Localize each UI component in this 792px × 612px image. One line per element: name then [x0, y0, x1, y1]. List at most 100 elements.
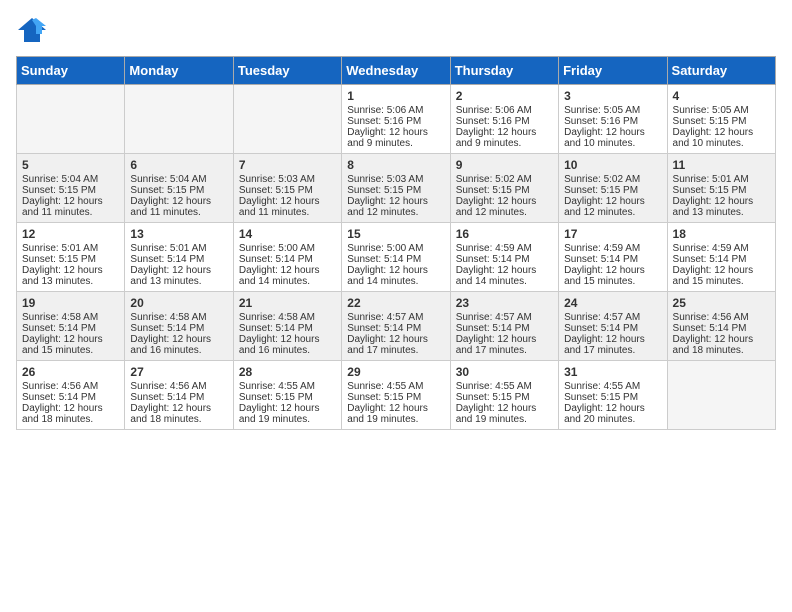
calendar-week-row: 5Sunrise: 5:04 AMSunset: 5:15 PMDaylight…: [17, 154, 776, 223]
day-number: 30: [456, 365, 553, 379]
cell-content-line: Sunset: 5:14 PM: [130, 254, 227, 265]
cell-content-line: Sunset: 5:14 PM: [130, 392, 227, 403]
day-number: 11: [673, 158, 770, 172]
cell-content-line: Sunset: 5:15 PM: [564, 185, 661, 196]
day-number: 3: [564, 89, 661, 103]
cell-content-line: Sunset: 5:14 PM: [347, 323, 444, 334]
cell-content-line: Sunset: 5:15 PM: [347, 185, 444, 196]
day-header-thursday: Thursday: [450, 57, 558, 85]
logo: [16, 16, 52, 44]
cell-content-line: Daylight: 12 hours: [564, 334, 661, 345]
cell-content-line: and 18 minutes.: [130, 414, 227, 425]
cell-content-line: Sunset: 5:15 PM: [456, 185, 553, 196]
calendar-cell: 28Sunrise: 4:55 AMSunset: 5:15 PMDayligh…: [233, 361, 341, 430]
calendar-week-row: 1Sunrise: 5:06 AMSunset: 5:16 PMDaylight…: [17, 85, 776, 154]
day-number: 23: [456, 296, 553, 310]
cell-content-line: and 10 minutes.: [673, 138, 770, 149]
cell-content-line: Sunrise: 5:03 AM: [239, 174, 336, 185]
cell-content-line: Daylight: 12 hours: [347, 265, 444, 276]
logo-icon: [16, 16, 48, 44]
cell-content-line: Daylight: 12 hours: [564, 265, 661, 276]
day-header-sunday: Sunday: [17, 57, 125, 85]
day-header-tuesday: Tuesday: [233, 57, 341, 85]
cell-content-line: Sunset: 5:16 PM: [564, 116, 661, 127]
cell-content-line: and 20 minutes.: [564, 414, 661, 425]
day-number: 4: [673, 89, 770, 103]
day-number: 31: [564, 365, 661, 379]
calendar-cell: 16Sunrise: 4:59 AMSunset: 5:14 PMDayligh…: [450, 223, 558, 292]
cell-content-line: Sunset: 5:14 PM: [673, 254, 770, 265]
cell-content-line: Daylight: 12 hours: [456, 127, 553, 138]
cell-content-line: Sunset: 5:15 PM: [239, 392, 336, 403]
cell-content-line: Daylight: 12 hours: [456, 265, 553, 276]
cell-content-line: Daylight: 12 hours: [130, 265, 227, 276]
calendar-cell: 2Sunrise: 5:06 AMSunset: 5:16 PMDaylight…: [450, 85, 558, 154]
cell-content-line: Sunset: 5:15 PM: [456, 392, 553, 403]
calendar-cell: 9Sunrise: 5:02 AMSunset: 5:15 PMDaylight…: [450, 154, 558, 223]
cell-content-line: Daylight: 12 hours: [564, 127, 661, 138]
day-number: 10: [564, 158, 661, 172]
cell-content-line: Sunrise: 4:59 AM: [564, 243, 661, 254]
page-header: [16, 16, 776, 44]
cell-content-line: and 11 minutes.: [22, 207, 119, 218]
cell-content-line: Sunrise: 5:00 AM: [347, 243, 444, 254]
day-number: 12: [22, 227, 119, 241]
day-header-monday: Monday: [125, 57, 233, 85]
cell-content-line: and 15 minutes.: [22, 345, 119, 356]
cell-content-line: Daylight: 12 hours: [673, 127, 770, 138]
cell-content-line: and 12 minutes.: [456, 207, 553, 218]
cell-content-line: Sunset: 5:14 PM: [22, 392, 119, 403]
day-number: 8: [347, 158, 444, 172]
cell-content-line: Sunset: 5:14 PM: [239, 323, 336, 334]
cell-content-line: and 12 minutes.: [347, 207, 444, 218]
cell-content-line: Sunrise: 5:06 AM: [347, 105, 444, 116]
cell-content-line: Sunset: 5:15 PM: [564, 392, 661, 403]
day-number: 5: [22, 158, 119, 172]
cell-content-line: Sunset: 5:15 PM: [673, 185, 770, 196]
day-number: 13: [130, 227, 227, 241]
cell-content-line: and 16 minutes.: [239, 345, 336, 356]
cell-content-line: Daylight: 12 hours: [673, 265, 770, 276]
day-number: 6: [130, 158, 227, 172]
cell-content-line: Sunrise: 4:55 AM: [239, 381, 336, 392]
day-number: 25: [673, 296, 770, 310]
cell-content-line: and 11 minutes.: [130, 207, 227, 218]
cell-content-line: Daylight: 12 hours: [673, 196, 770, 207]
cell-content-line: and 13 minutes.: [673, 207, 770, 218]
cell-content-line: Sunset: 5:16 PM: [347, 116, 444, 127]
cell-content-line: Daylight: 12 hours: [239, 196, 336, 207]
calendar-cell: 3Sunrise: 5:05 AMSunset: 5:16 PMDaylight…: [559, 85, 667, 154]
day-header-friday: Friday: [559, 57, 667, 85]
cell-content-line: Daylight: 12 hours: [564, 196, 661, 207]
day-number: 20: [130, 296, 227, 310]
day-number: 21: [239, 296, 336, 310]
cell-content-line: Daylight: 12 hours: [130, 196, 227, 207]
day-number: 15: [347, 227, 444, 241]
cell-content-line: and 14 minutes.: [239, 276, 336, 287]
cell-content-line: Daylight: 12 hours: [347, 334, 444, 345]
day-header-wednesday: Wednesday: [342, 57, 450, 85]
cell-content-line: Sunrise: 5:02 AM: [456, 174, 553, 185]
calendar-cell: 5Sunrise: 5:04 AMSunset: 5:15 PMDaylight…: [17, 154, 125, 223]
cell-content-line: and 10 minutes.: [564, 138, 661, 149]
cell-content-line: Daylight: 12 hours: [130, 403, 227, 414]
cell-content-line: Sunset: 5:14 PM: [673, 323, 770, 334]
cell-content-line: Sunset: 5:15 PM: [239, 185, 336, 196]
day-number: 24: [564, 296, 661, 310]
cell-content-line: and 18 minutes.: [673, 345, 770, 356]
cell-content-line: Sunrise: 5:01 AM: [22, 243, 119, 254]
cell-content-line: and 14 minutes.: [456, 276, 553, 287]
calendar-cell: 14Sunrise: 5:00 AMSunset: 5:14 PMDayligh…: [233, 223, 341, 292]
cell-content-line: Sunset: 5:14 PM: [456, 323, 553, 334]
cell-content-line: Daylight: 12 hours: [673, 334, 770, 345]
calendar-cell: 18Sunrise: 4:59 AMSunset: 5:14 PMDayligh…: [667, 223, 775, 292]
cell-content-line: Sunrise: 5:01 AM: [130, 243, 227, 254]
calendar-cell: 24Sunrise: 4:57 AMSunset: 5:14 PMDayligh…: [559, 292, 667, 361]
cell-content-line: Daylight: 12 hours: [456, 334, 553, 345]
cell-content-line: Daylight: 12 hours: [22, 265, 119, 276]
calendar-cell: 10Sunrise: 5:02 AMSunset: 5:15 PMDayligh…: [559, 154, 667, 223]
cell-content-line: Daylight: 12 hours: [347, 127, 444, 138]
calendar-cell: 15Sunrise: 5:00 AMSunset: 5:14 PMDayligh…: [342, 223, 450, 292]
cell-content-line: Sunrise: 4:57 AM: [456, 312, 553, 323]
cell-content-line: Daylight: 12 hours: [456, 196, 553, 207]
